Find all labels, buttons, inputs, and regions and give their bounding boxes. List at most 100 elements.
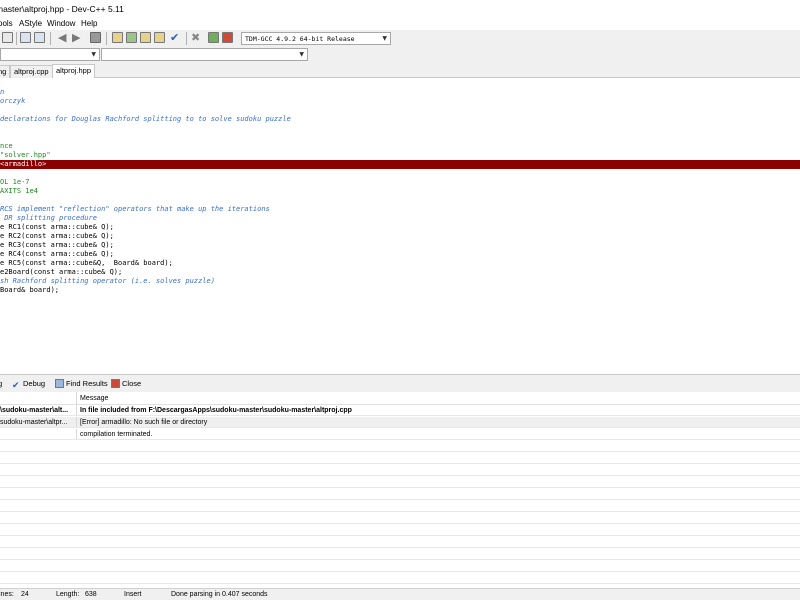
- status-lines-value: 24: [21, 591, 29, 598]
- error-highlight-line: <armadillo>: [0, 160, 800, 169]
- toolbar-separator: [186, 32, 187, 45]
- editor-tabs: ng altproj.cpp altproj.hpp: [0, 64, 800, 79]
- compiler-messages: Message \sudoku-master\alt... In file in…: [0, 392, 800, 588]
- empty-row: [0, 489, 800, 500]
- stop-icon[interactable]: ✖: [191, 31, 200, 45]
- close-icon: [111, 379, 120, 388]
- rebuild-icon[interactable]: [154, 32, 165, 43]
- chart-icon[interactable]: [208, 32, 219, 43]
- debug-icon[interactable]: [222, 32, 233, 43]
- code-line: e2Board(const arma::cube& Q);: [0, 268, 123, 276]
- code-line: n: [0, 88, 5, 96]
- code-line: RCS implement "reflection" operators tha…: [0, 205, 270, 213]
- code-line: e RC2(const arma::cube& Q);: [0, 232, 114, 240]
- messages-header: Message: [0, 392, 800, 405]
- status-parse-info: Done parsing in 0.407 seconds: [171, 591, 268, 598]
- message-row[interactable]: compilation terminated.: [0, 429, 800, 440]
- toolbar: ◀ ▶ ✔ ✖ TDM-GCC 4.9.2 64-bit Release ▼: [0, 30, 800, 47]
- undo-icon[interactable]: ◀: [58, 31, 66, 45]
- new-file-icon[interactable]: [2, 32, 13, 43]
- tab-find-results-label: Find Results: [66, 379, 108, 388]
- empty-row: [0, 465, 800, 476]
- menu-bar: ools AStyle Window Help: [0, 18, 800, 30]
- code-line: orczyk: [0, 97, 26, 105]
- code-line: sh Rachford splitting operator (i.e. sol…: [0, 277, 215, 285]
- code-line: e RC3(const arma::cube& Q);: [0, 241, 114, 249]
- status-insert-mode: Insert: [124, 591, 142, 598]
- status-bar: ines: 24 Length: 638 Insert Done parsing…: [0, 588, 800, 600]
- chevron-down-icon[interactable]: ▼: [382, 33, 387, 45]
- code-line: e RC5(const arma::cube&Q, Board& board);: [0, 259, 173, 267]
- message-file: \sudoku-master\alt...: [0, 407, 69, 414]
- tab-debug-label: Debug: [23, 379, 46, 388]
- menu-help[interactable]: Help: [81, 18, 97, 30]
- tab-file-1[interactable]: ng: [0, 65, 11, 78]
- message-file: sudoku-master\altpr...: [0, 419, 68, 426]
- message-row[interactable]: sudoku-master\altpr... [Error] armadillo…: [0, 417, 800, 428]
- empty-row: [0, 453, 800, 464]
- menu-window[interactable]: Window: [47, 18, 75, 30]
- empty-row: [0, 549, 800, 560]
- print-icon[interactable]: [20, 32, 31, 43]
- message-text: compilation terminated.: [80, 431, 153, 438]
- empty-row: [0, 501, 800, 512]
- code-line: AXITS 1e4: [0, 187, 38, 195]
- check-icon[interactable]: ✔: [170, 31, 179, 45]
- compile-run-icon[interactable]: [140, 32, 151, 43]
- code-line: e RC4(const arma::cube& Q);: [0, 250, 114, 258]
- tab-altproj-cpp[interactable]: altproj.cpp: [10, 65, 53, 78]
- window-title: master\altproj.hpp - Dev-C++ 5.11: [0, 4, 124, 14]
- bottom-panel-tabs: g ✔ Debug Find Results Close: [0, 374, 800, 392]
- message-row[interactable]: \sudoku-master\alt... In file included f…: [0, 405, 800, 416]
- tab-find-results[interactable]: Find Results: [55, 375, 108, 393]
- code-line: OL 1e-7: [0, 178, 30, 186]
- message-column-header[interactable]: Message: [80, 392, 108, 405]
- save-icon[interactable]: [34, 32, 45, 43]
- toolbar-separator: [16, 32, 17, 45]
- empty-row: [0, 477, 800, 488]
- chevron-down-icon[interactable]: ▼: [299, 49, 304, 61]
- toolbar-separator: [106, 32, 107, 45]
- menu-tools[interactable]: ools: [0, 18, 13, 30]
- empty-row: [0, 525, 800, 536]
- code-line: declarations for Douglas Rachford splitt…: [0, 115, 291, 123]
- close-button[interactable]: Close: [111, 375, 141, 393]
- compile-icon[interactable]: [112, 32, 123, 43]
- empty-row: [0, 573, 800, 584]
- tab-altproj-hpp[interactable]: altproj.hpp: [52, 64, 96, 79]
- code-line: DR splitting procedure: [0, 214, 97, 222]
- tab-compile-log[interactable]: g: [0, 375, 2, 393]
- column-divider: [76, 429, 77, 439]
- empty-row: [0, 537, 800, 548]
- menu-astyle[interactable]: AStyle: [19, 18, 42, 30]
- bookmark-icon[interactable]: [90, 32, 101, 43]
- redo-icon[interactable]: ▶: [72, 31, 80, 45]
- status-length-label: Length:: [56, 591, 80, 598]
- empty-row: [0, 513, 800, 524]
- code-line: nce: [0, 142, 13, 150]
- empty-row: [0, 561, 800, 572]
- find-results-icon: [55, 379, 64, 388]
- tab-debug[interactable]: ✔ Debug: [12, 375, 45, 393]
- title-bar: master\altproj.hpp - Dev-C++ 5.11: [0, 0, 800, 18]
- status-length-value: 638: [85, 591, 97, 598]
- code-line: e RC1(const arma::cube& Q);: [0, 223, 114, 231]
- column-divider: [76, 405, 77, 415]
- run-icon[interactable]: [126, 32, 137, 43]
- code-line: "solver.hpp": [0, 151, 51, 159]
- column-divider[interactable]: [76, 392, 77, 404]
- debug-check-icon: ✔: [12, 380, 20, 390]
- chevron-down-icon[interactable]: ▼: [91, 49, 96, 61]
- compiler-select[interactable]: TDM-GCC 4.9.2 64-bit Release ▼: [241, 32, 391, 45]
- close-button-label: Close: [122, 379, 142, 388]
- member-select[interactable]: ▼: [101, 48, 308, 61]
- code-editor[interactable]: n orczyk declarations for Douglas Rachfo…: [0, 78, 800, 374]
- compiler-select-value: TDM-GCC 4.9.2 64-bit Release: [245, 35, 355, 43]
- empty-row: [0, 441, 800, 452]
- class-select[interactable]: ▼: [0, 48, 100, 61]
